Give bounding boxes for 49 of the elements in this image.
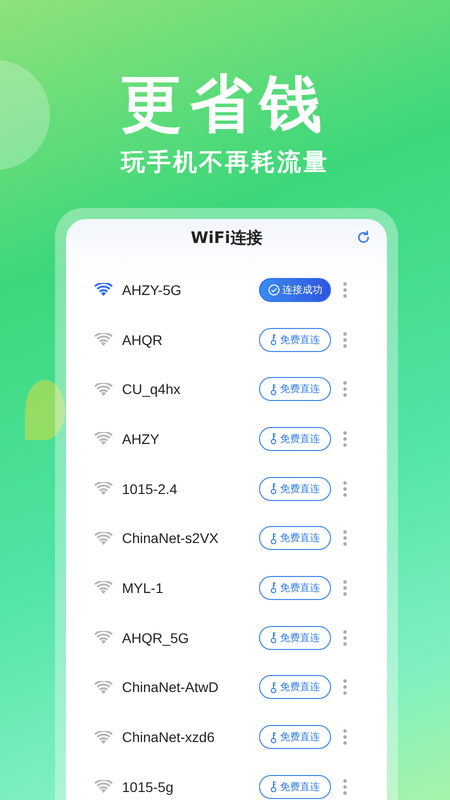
connect-button[interactable]: 免费直连 xyxy=(259,774,331,799)
more-icon[interactable] xyxy=(343,630,347,646)
network-name: ChinaNet-AtwD xyxy=(122,679,220,696)
subtitle: 玩手机不再耗流量 xyxy=(121,147,329,178)
more-icon[interactable] xyxy=(343,778,347,795)
connect-button[interactable]: 免费直连 xyxy=(259,675,331,700)
connect-button[interactable]: 免费直连 xyxy=(259,626,331,650)
headline: 更省钱 xyxy=(120,68,330,140)
more-icon[interactable] xyxy=(343,679,347,696)
network-name: AHZY xyxy=(122,430,160,447)
network-name: 1015-2.4 xyxy=(122,480,178,497)
more-icon[interactable] xyxy=(343,729,347,746)
network-name: AHQR_5G xyxy=(122,630,190,646)
panel-title: WiFi连接 xyxy=(190,228,262,248)
network-name: 1015-5g xyxy=(122,778,174,795)
more-icon[interactable] xyxy=(343,430,347,447)
more-icon[interactable] xyxy=(343,332,347,348)
key-icon xyxy=(270,482,277,496)
connect-button[interactable]: 免费直连 xyxy=(259,476,331,501)
key-icon xyxy=(270,432,277,446)
more-icon[interactable] xyxy=(343,530,347,546)
check-circle-icon xyxy=(268,284,280,296)
connect-button[interactable]: 免费直连 xyxy=(259,526,331,550)
key-icon xyxy=(270,730,277,744)
leaf-decoration xyxy=(25,380,65,440)
network-name: AHZY-5G xyxy=(122,282,182,298)
more-icon[interactable] xyxy=(343,480,347,497)
refresh-icon[interactable] xyxy=(356,230,371,245)
key-icon xyxy=(270,680,277,694)
network-name: AHQR xyxy=(122,332,164,348)
connect-button[interactable]: 免费直连 xyxy=(259,725,331,750)
network-name: ChinaNet-s2VX xyxy=(122,530,220,546)
network-name: CU_q4hx xyxy=(122,381,182,398)
key-icon xyxy=(270,631,277,644)
connect-button[interactable]: 连接成功 xyxy=(259,278,331,302)
connect-button[interactable]: 免费直连 xyxy=(259,426,331,451)
connect-button[interactable]: 免费直连 xyxy=(259,377,331,402)
network-name: MYL-1 xyxy=(122,580,164,596)
connect-button[interactable]: 免费直连 xyxy=(259,328,331,352)
network-name: ChinaNet-xzd6 xyxy=(122,729,216,746)
key-icon xyxy=(270,780,277,794)
connect-button[interactable]: 免费直连 xyxy=(259,576,331,600)
key-icon xyxy=(270,532,277,545)
more-icon[interactable] xyxy=(343,580,347,596)
key-icon xyxy=(270,382,277,396)
more-icon[interactable] xyxy=(343,282,347,298)
more-icon[interactable] xyxy=(343,381,347,398)
key-icon xyxy=(270,581,277,594)
key-icon xyxy=(270,333,277,346)
